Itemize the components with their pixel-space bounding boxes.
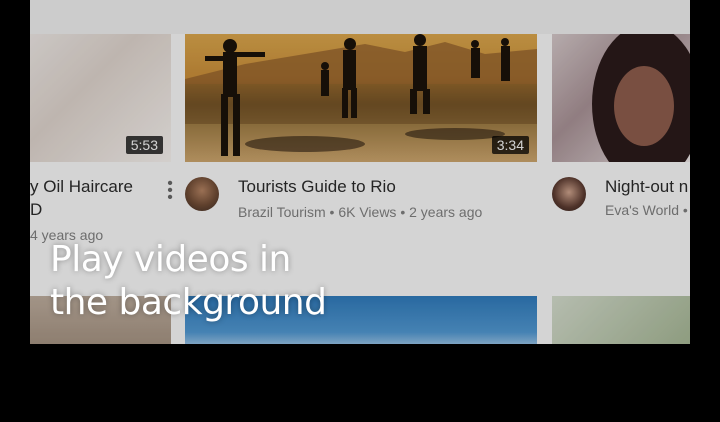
feature-caption: Play videos in the background [50,238,327,324]
caption-line-2: the background [50,282,327,323]
caption-line-1: Play videos in [50,239,291,280]
